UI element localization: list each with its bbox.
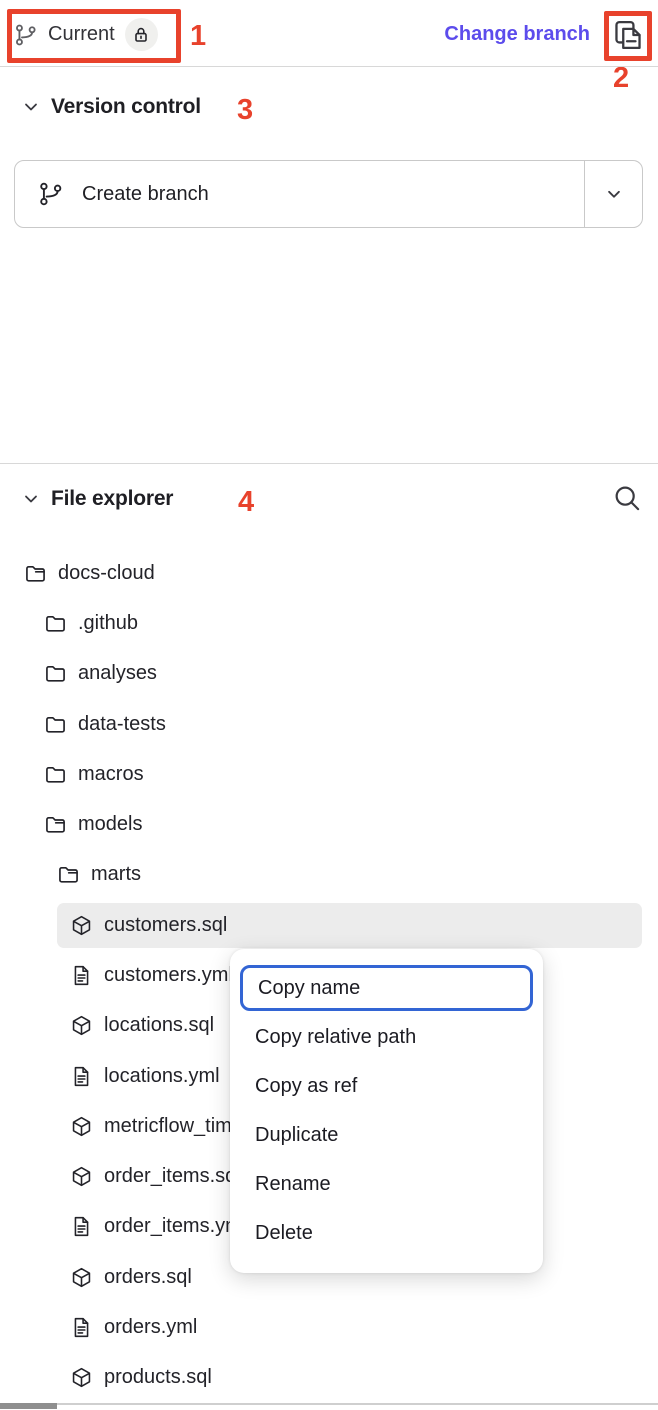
tree-item-docs-cloud[interactable]: docs-cloud xyxy=(0,548,658,598)
folder-open-icon xyxy=(44,813,67,836)
model-icon xyxy=(70,914,93,937)
version-control-header[interactable]: Version control xyxy=(20,95,201,119)
tree-item-label: orders.sql xyxy=(104,1266,192,1289)
annotation-number-2: 2 xyxy=(613,64,629,93)
tree-item-orders-yml[interactable]: orders.yml xyxy=(0,1302,658,1352)
git-branch-icon xyxy=(38,181,64,207)
create-branch-main[interactable]: Create branch xyxy=(15,161,584,227)
tree-item-label: analyses xyxy=(78,662,157,685)
folder-icon xyxy=(44,612,67,635)
annotation-number-1: 1 xyxy=(190,22,206,51)
tree-item-label: products.sql xyxy=(104,1366,212,1389)
current-branch-button[interactable]: Current xyxy=(14,18,158,51)
tree-item-label: models xyxy=(78,813,142,836)
tree-item-label: customers.yml xyxy=(104,964,233,987)
change-branch-link[interactable]: Change branch xyxy=(444,23,590,46)
copy-icon[interactable] xyxy=(609,16,647,54)
annotation-number-3: 3 xyxy=(237,96,253,125)
scrollbar-corner[interactable] xyxy=(0,1403,57,1409)
model-icon xyxy=(70,1014,93,1037)
folder-icon xyxy=(44,713,67,736)
tree-item-data-tests[interactable]: data-tests xyxy=(0,699,658,749)
create-branch-label: Create branch xyxy=(82,183,209,206)
file-icon xyxy=(70,1215,93,1238)
tree-item-analyses[interactable]: analyses xyxy=(0,649,658,699)
context-menu: Copy nameCopy relative pathCopy as refDu… xyxy=(230,949,543,1273)
tree-item-label: locations.yml xyxy=(104,1065,220,1088)
ide-sidebar: Current Change branch 1 2 3 4 xyxy=(0,0,658,1410)
chevron-down-icon xyxy=(20,96,42,118)
menu-item-duplicate[interactable]: Duplicate xyxy=(240,1112,533,1158)
model-icon xyxy=(70,1366,93,1389)
menu-item-rename[interactable]: Rename xyxy=(240,1161,533,1207)
bottom-divider xyxy=(0,1403,658,1405)
folder-icon xyxy=(44,763,67,786)
tree-item-label: data-tests xyxy=(78,713,166,736)
tree-item-label: customers.sql xyxy=(104,914,227,937)
model-icon xyxy=(70,1165,93,1188)
current-branch-label: Current xyxy=(48,23,115,46)
model-icon xyxy=(70,1266,93,1289)
folder-open-icon xyxy=(24,562,47,585)
annotation-number-4: 4 xyxy=(238,488,254,517)
menu-item-copy-relative-path[interactable]: Copy relative path xyxy=(240,1014,533,1060)
folder-icon xyxy=(44,662,67,685)
topbar-divider xyxy=(0,66,658,67)
tree-item-label: orders.yml xyxy=(104,1316,197,1339)
tree-item-models[interactable]: models xyxy=(0,799,658,849)
tree-item-label: .github xyxy=(78,612,138,635)
file-icon xyxy=(70,964,93,987)
chevron-down-icon xyxy=(602,182,626,206)
tree-item-label: docs-cloud xyxy=(58,562,155,585)
menu-item-copy-as-ref[interactable]: Copy as ref xyxy=(240,1063,533,1109)
create-branch-dropdown-toggle[interactable] xyxy=(584,161,642,227)
tree-item-label: order_items.yml xyxy=(104,1215,246,1238)
chevron-down-icon xyxy=(20,488,42,510)
menu-item-delete[interactable]: Delete xyxy=(240,1210,533,1256)
menu-item-copy-name[interactable]: Copy name xyxy=(240,965,533,1011)
section-divider xyxy=(0,463,658,464)
version-control-title: Version control xyxy=(51,95,201,119)
git-branch-icon xyxy=(14,23,38,47)
tree-item-macros[interactable]: macros xyxy=(0,749,658,799)
tree-item--github[interactable]: .github xyxy=(0,598,658,648)
tree-item-label: marts xyxy=(91,863,141,886)
create-branch-button[interactable]: Create branch xyxy=(14,160,643,228)
tree-item-marts[interactable]: marts xyxy=(0,850,658,900)
tree-item-label: order_items.sql xyxy=(104,1165,241,1188)
file-explorer-header[interactable]: File explorer xyxy=(20,487,173,511)
folder-open-icon xyxy=(57,863,80,886)
file-icon xyxy=(70,1316,93,1339)
tree-item-customers-sql[interactable]: customers.sql xyxy=(57,903,642,948)
lock-icon xyxy=(132,26,150,44)
file-explorer-title: File explorer xyxy=(51,487,173,511)
tree-item-products-sql[interactable]: products.sql xyxy=(0,1353,658,1403)
model-icon xyxy=(70,1115,93,1138)
tree-item-label: locations.sql xyxy=(104,1014,214,1037)
tree-item-label: macros xyxy=(78,763,144,786)
branch-lock-badge xyxy=(125,18,158,51)
file-icon xyxy=(70,1065,93,1088)
search-icon[interactable] xyxy=(612,483,643,514)
